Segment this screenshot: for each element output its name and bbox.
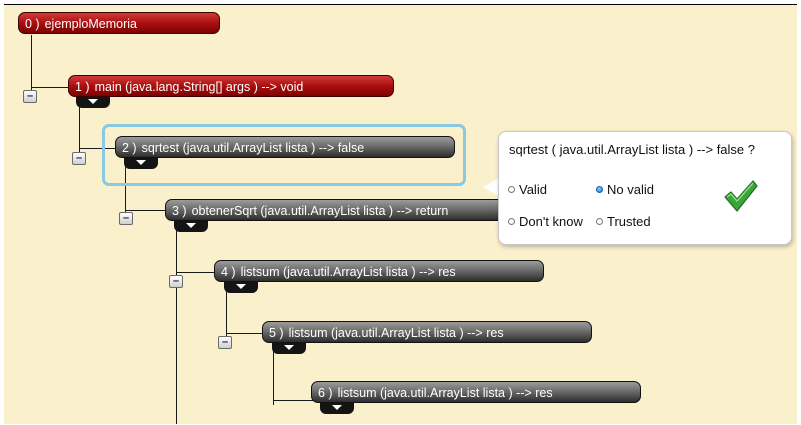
expand-tab-node-2[interactable] <box>124 158 158 169</box>
radio-trusted[interactable] <box>596 218 603 225</box>
connector <box>273 349 274 405</box>
option-trusted-label: Trusted <box>607 214 651 229</box>
node-label: obtenerSqrt (java.util.ArrayList lista )… <box>191 204 449 218</box>
option-dont-know[interactable]: Don't know <box>508 214 583 229</box>
expand-tab-node-3[interactable] <box>174 221 208 232</box>
node-index: 5 ) <box>269 326 284 340</box>
popup-pointer <box>483 178 499 196</box>
option-dont-know-label: Don't know <box>519 214 583 229</box>
expand-tab-node-4[interactable] <box>224 282 258 293</box>
node-index: 1 ) <box>75 80 90 94</box>
connector <box>176 272 216 273</box>
tree-node-2[interactable]: 2 ) sqrtest (java.util.ArrayList lista ) … <box>115 136 455 158</box>
node-index: 2 ) <box>122 141 137 155</box>
expand-tab-node-1[interactable] <box>76 97 110 108</box>
collapse-toggle-node-1[interactable]: – <box>23 90 37 103</box>
option-no-valid[interactable]: No valid <box>596 182 654 197</box>
tree-node-4[interactable]: 4 ) listsum (java.util.ArrayList lista ) … <box>214 260 544 282</box>
collapse-toggle-node-3[interactable]: – <box>119 212 133 225</box>
option-valid-label: Valid <box>519 182 547 197</box>
question-text: sqrtest ( java.util.ArrayList lista ) --… <box>509 142 755 157</box>
node-index: 3 ) <box>172 204 187 218</box>
checkmark-icon[interactable] <box>723 178 759 214</box>
node-label: listsum (java.util.ArrayList lista ) -->… <box>288 326 504 340</box>
connector <box>226 333 264 334</box>
validation-popup: sqrtest ( java.util.ArrayList lista ) --… <box>498 131 792 245</box>
node-index: 0 ) <box>25 17 40 31</box>
connector <box>31 87 68 88</box>
connector <box>125 210 167 211</box>
debug-tree-canvas: – – – – – 0 ) ejemploMemoria 1 ) main (jav… <box>4 4 797 424</box>
collapse-toggle-node-4[interactable]: – <box>169 275 183 288</box>
radio-valid[interactable] <box>508 186 515 193</box>
tree-node-0[interactable]: 0 ) ejemploMemoria <box>18 12 220 34</box>
node-label: main (java.lang.String[] args ) --> void <box>94 80 304 94</box>
node-label: listsum (java.util.ArrayList lista ) -->… <box>337 386 553 400</box>
expand-tab-node-6[interactable] <box>320 403 354 414</box>
option-valid[interactable]: Valid <box>508 182 547 197</box>
node-label: sqrtest (java.util.ArrayList lista ) -->… <box>141 141 365 155</box>
connector <box>176 227 177 424</box>
tree-node-1[interactable]: 1 ) main (java.lang.String[] args ) --> v… <box>68 75 394 97</box>
node-index: 6 ) <box>318 386 333 400</box>
collapse-toggle-node-2[interactable]: – <box>72 152 86 165</box>
tree-node-5[interactable]: 5 ) listsum (java.util.ArrayList lista ) … <box>262 321 592 343</box>
node-label: ejemploMemoria <box>44 17 137 31</box>
option-no-valid-label: No valid <box>607 182 654 197</box>
tree-node-3[interactable]: 3 ) obtenerSqrt (java.util.ArrayList list… <box>165 199 525 221</box>
option-trusted[interactable]: Trusted <box>596 214 651 229</box>
expand-tab-node-5[interactable] <box>272 343 306 354</box>
connector <box>273 400 313 401</box>
tree-node-6[interactable]: 6 ) listsum (java.util.ArrayList lista ) … <box>311 381 641 403</box>
node-index: 4 ) <box>221 265 236 279</box>
radio-dont-know[interactable] <box>508 218 515 225</box>
node-label: listsum (java.util.ArrayList lista ) -->… <box>240 265 456 279</box>
radio-no-valid[interactable] <box>596 186 603 193</box>
collapse-toggle-node-5[interactable]: – <box>218 336 232 349</box>
